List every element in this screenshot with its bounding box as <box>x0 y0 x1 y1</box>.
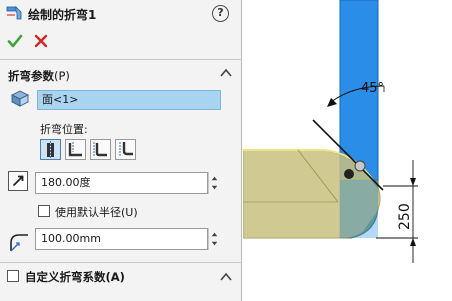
divider <box>0 262 242 263</box>
bend-centerline-button[interactable] <box>40 139 61 160</box>
radius-spin-buttons[interactable] <box>208 228 220 250</box>
material-outside-button[interactable] <box>90 139 111 160</box>
custom-bend-allowance-label[interactable]: 自定义折弯系数(A) <box>25 269 125 285</box>
bend-parameters-header[interactable]: 折弯参数(P) <box>8 68 70 84</box>
chevron-up-icon[interactable] <box>220 68 232 78</box>
help-icon[interactable]: ? <box>212 5 229 22</box>
length-dimension-label[interactable]: 250 <box>397 203 413 230</box>
fixed-face-icon <box>10 90 30 107</box>
custom-bend-allowance-checkbox[interactable] <box>7 270 19 282</box>
bend-pivot-handle[interactable] <box>354 160 366 172</box>
bend-outside-button[interactable] <box>115 139 136 160</box>
bend-radius-icon <box>10 234 28 252</box>
fixed-face-selection-field[interactable]: 面<1> <box>37 90 221 110</box>
panel-titlebar: 绘制的折弯1 ? <box>0 0 242 28</box>
graphics-area[interactable]: 45° 250 <box>243 0 452 301</box>
material-outside-icon <box>93 142 107 157</box>
bend-centerline-icon <box>47 141 54 158</box>
bend-radius-input[interactable]: 100.00mm <box>35 228 208 250</box>
ok-button[interactable] <box>7 33 23 49</box>
sketched-bend-icon <box>6 6 22 20</box>
use-default-radius-label: 使用默认半径(U) <box>55 206 138 219</box>
bend-parameters-title: 折弯参数 <box>8 69 54 83</box>
material-inside-icon <box>68 142 82 157</box>
angle-dimension-label[interactable]: 45° <box>361 81 384 96</box>
bend-angle-input[interactable]: 180.00度 <box>35 172 208 194</box>
bend-outside-icon <box>119 142 133 157</box>
angle-spin-buttons[interactable] <box>208 172 220 194</box>
panel-title: 绘制的折弯1 <box>28 8 97 22</box>
bend-position-label: 折弯位置: <box>40 123 88 136</box>
material-inside-button[interactable] <box>65 139 86 160</box>
chevron-up-icon[interactable] <box>220 272 232 282</box>
bend-parameters-shortcut: (P) <box>54 69 70 83</box>
fixed-face-marker[interactable] <box>344 169 354 179</box>
property-manager-panel: 绘制的折弯1 ? 折弯参数(P) 面<1> 折弯位置: 180.00度 使用默认… <box>0 0 242 301</box>
cancel-button[interactable] <box>33 33 49 49</box>
divider <box>0 59 242 60</box>
sheet-metal-part-view: 45° 250 <box>243 0 418 263</box>
bend-angle-icon <box>8 171 28 191</box>
use-default-radius-checkbox[interactable] <box>38 205 50 217</box>
